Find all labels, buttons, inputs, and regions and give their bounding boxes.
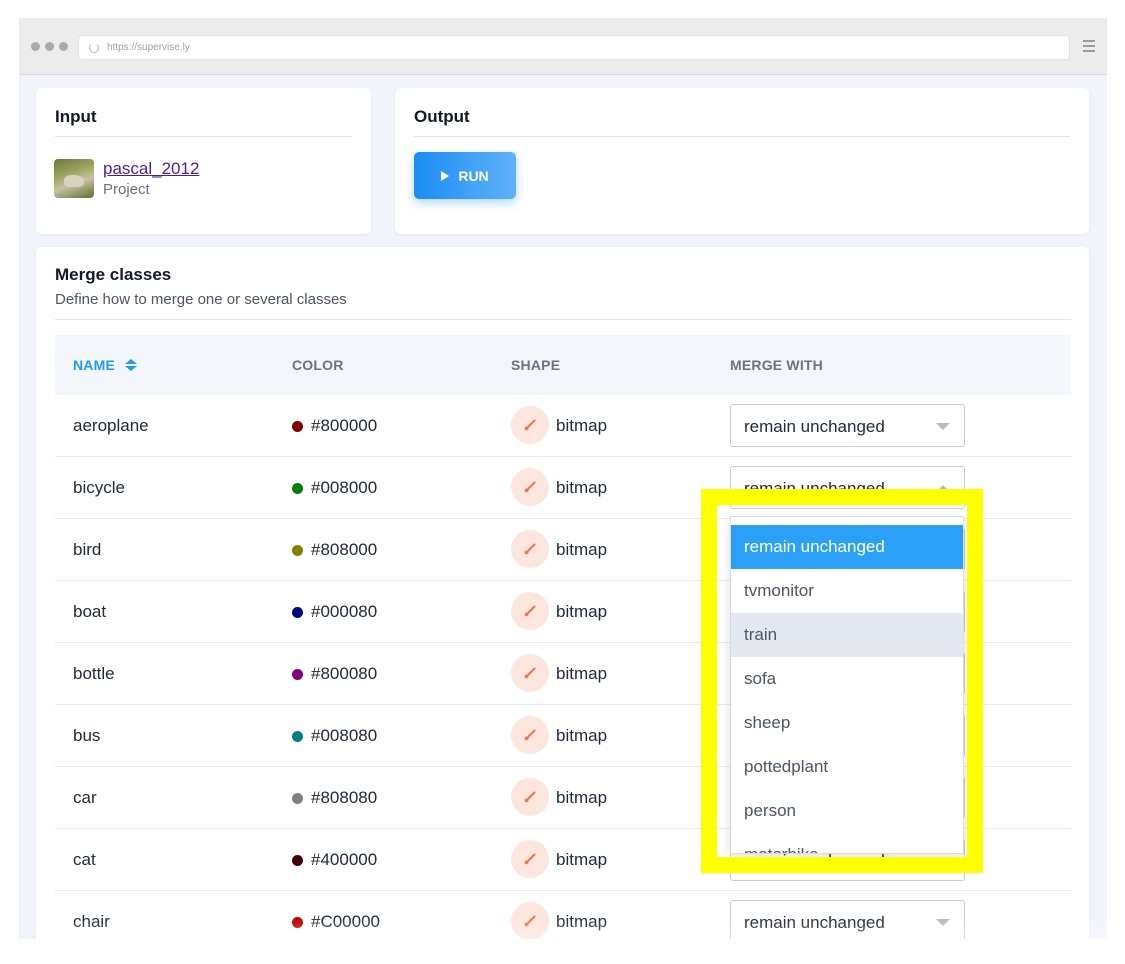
brush-icon: [511, 530, 549, 568]
class-name: boat: [73, 602, 107, 621]
chevron-up-icon: [936, 485, 950, 492]
color-hex: #800000: [311, 416, 378, 435]
play-icon: [441, 170, 450, 181]
input-title: Input: [55, 107, 97, 126]
project-link[interactable]: pascal_2012: [103, 159, 199, 179]
class-name: aeroplane: [73, 416, 149, 435]
divider: [55, 319, 1071, 320]
color-hex: #808000: [311, 540, 378, 559]
color-swatch: [292, 420, 303, 432]
color-swatch: [292, 482, 303, 494]
color-hex: #800080: [311, 664, 378, 683]
class-name: bus: [73, 726, 101, 745]
brush-icon: [511, 406, 549, 444]
class-name: bird: [73, 540, 102, 559]
window-dot[interactable]: [31, 42, 40, 51]
brush-icon: [511, 778, 549, 816]
dropdown-option[interactable]: sheep: [731, 701, 963, 745]
run-button[interactable]: RUN: [414, 152, 516, 199]
shape-label: bitmap: [556, 726, 608, 745]
url-text: https://supervise.ly: [107, 42, 190, 53]
merge-with-select[interactable]: remain unchanged: [730, 466, 965, 509]
run-label: RUN: [458, 167, 489, 184]
color-hex: #000080: [311, 602, 378, 621]
class-name: bicycle: [73, 478, 125, 497]
sort-icon[interactable]: [125, 359, 138, 371]
class-color: #000080: [292, 602, 377, 622]
dropdown-option[interactable]: motorbike: [731, 833, 963, 853]
class-color: #800080: [292, 664, 377, 684]
dropdown-option[interactable]: tvmonitor: [731, 569, 963, 613]
column-name-label: NAME: [73, 357, 116, 373]
merge-subtitle: Define how to merge one or several class…: [55, 291, 347, 308]
divider: [414, 136, 1070, 137]
color-hex: #008080: [311, 726, 378, 745]
shape-label: bitmap: [556, 478, 608, 497]
color-hex: #400000: [311, 850, 378, 869]
color-hex: #008000: [311, 478, 378, 497]
class-name: bottle: [73, 664, 115, 683]
class-color: #800000: [292, 416, 377, 436]
brush-icon: [511, 592, 549, 630]
color-swatch: [292, 854, 303, 866]
merge-title: Merge classes: [55, 265, 172, 284]
address-bar[interactable]: https://supervise.ly: [78, 35, 1070, 60]
table-row: bicycle #008000 bitmap remain unchanged: [55, 457, 1071, 519]
shape-label: bitmap: [556, 664, 608, 683]
class-color: #400000: [292, 850, 377, 870]
shape-label: bitmap: [556, 788, 608, 807]
table-header: NAME COLOR SHAPE MERGE WITH: [55, 335, 1071, 395]
window-dot[interactable]: [59, 42, 68, 51]
shape-label: bitmap: [556, 602, 608, 621]
dropdown-option[interactable]: pottedplant: [731, 745, 963, 789]
chevron-down-icon: [936, 857, 950, 864]
table-row: aeroplane #800000 bitmap remain unchanged: [55, 395, 1071, 457]
chevron-down-icon: [936, 423, 950, 430]
dropdown-padding: [731, 517, 963, 525]
bottom-fade: [38, 918, 1107, 939]
brush-icon: [511, 840, 549, 878]
input-card: Input pascal_2012 Project: [36, 88, 371, 234]
shape-label: bitmap: [556, 540, 608, 559]
column-header-name[interactable]: NAME: [73, 357, 138, 373]
brush-icon: [511, 654, 549, 692]
color-swatch: [292, 668, 303, 680]
brush-icon: [511, 468, 549, 506]
column-header-shape: SHAPE: [511, 357, 561, 373]
column-header-merge-with: MERGE WITH: [730, 357, 823, 373]
merge-with-dropdown-menu[interactable]: remain unchanged tvmonitor train sofa sheep p…: [730, 516, 964, 854]
output-title: Output: [414, 107, 470, 126]
hamburger-menu-icon[interactable]: [1083, 40, 1095, 55]
window-dot[interactable]: [45, 42, 54, 51]
class-color: #808080: [292, 788, 377, 808]
window-controls: [31, 42, 68, 51]
dropdown-option[interactable]: sofa: [731, 657, 963, 701]
select-value: remain unchanged: [744, 417, 885, 436]
merge-with-select[interactable]: remain unchanged: [730, 404, 965, 447]
class-color: #008000: [292, 478, 377, 498]
shape-label: bitmap: [556, 416, 608, 435]
color-swatch: [292, 730, 303, 742]
class-name: cat: [73, 850, 96, 869]
color-swatch: [292, 792, 303, 804]
divider: [55, 136, 352, 137]
class-name: car: [73, 788, 97, 807]
class-color: #008080: [292, 726, 377, 746]
class-color: #808000: [292, 540, 377, 560]
project-type-label: Project: [103, 181, 150, 198]
column-header-color: COLOR: [292, 357, 344, 373]
dropdown-option[interactable]: person: [731, 789, 963, 833]
color-swatch: [292, 544, 303, 556]
color-swatch: [292, 606, 303, 618]
dropdown-option[interactable]: train: [731, 613, 963, 657]
shape-label: bitmap: [556, 850, 608, 869]
reload-icon[interactable]: [89, 42, 99, 53]
project-thumbnail: [54, 159, 94, 198]
color-hex: #808080: [311, 788, 378, 807]
brush-icon: [511, 716, 549, 754]
select-value: remain unchanged: [744, 479, 885, 498]
output-card: Output RUN: [395, 88, 1089, 234]
dropdown-option[interactable]: remain unchanged: [731, 525, 963, 569]
browser-titlebar: https://supervise.ly: [19, 18, 1107, 75]
